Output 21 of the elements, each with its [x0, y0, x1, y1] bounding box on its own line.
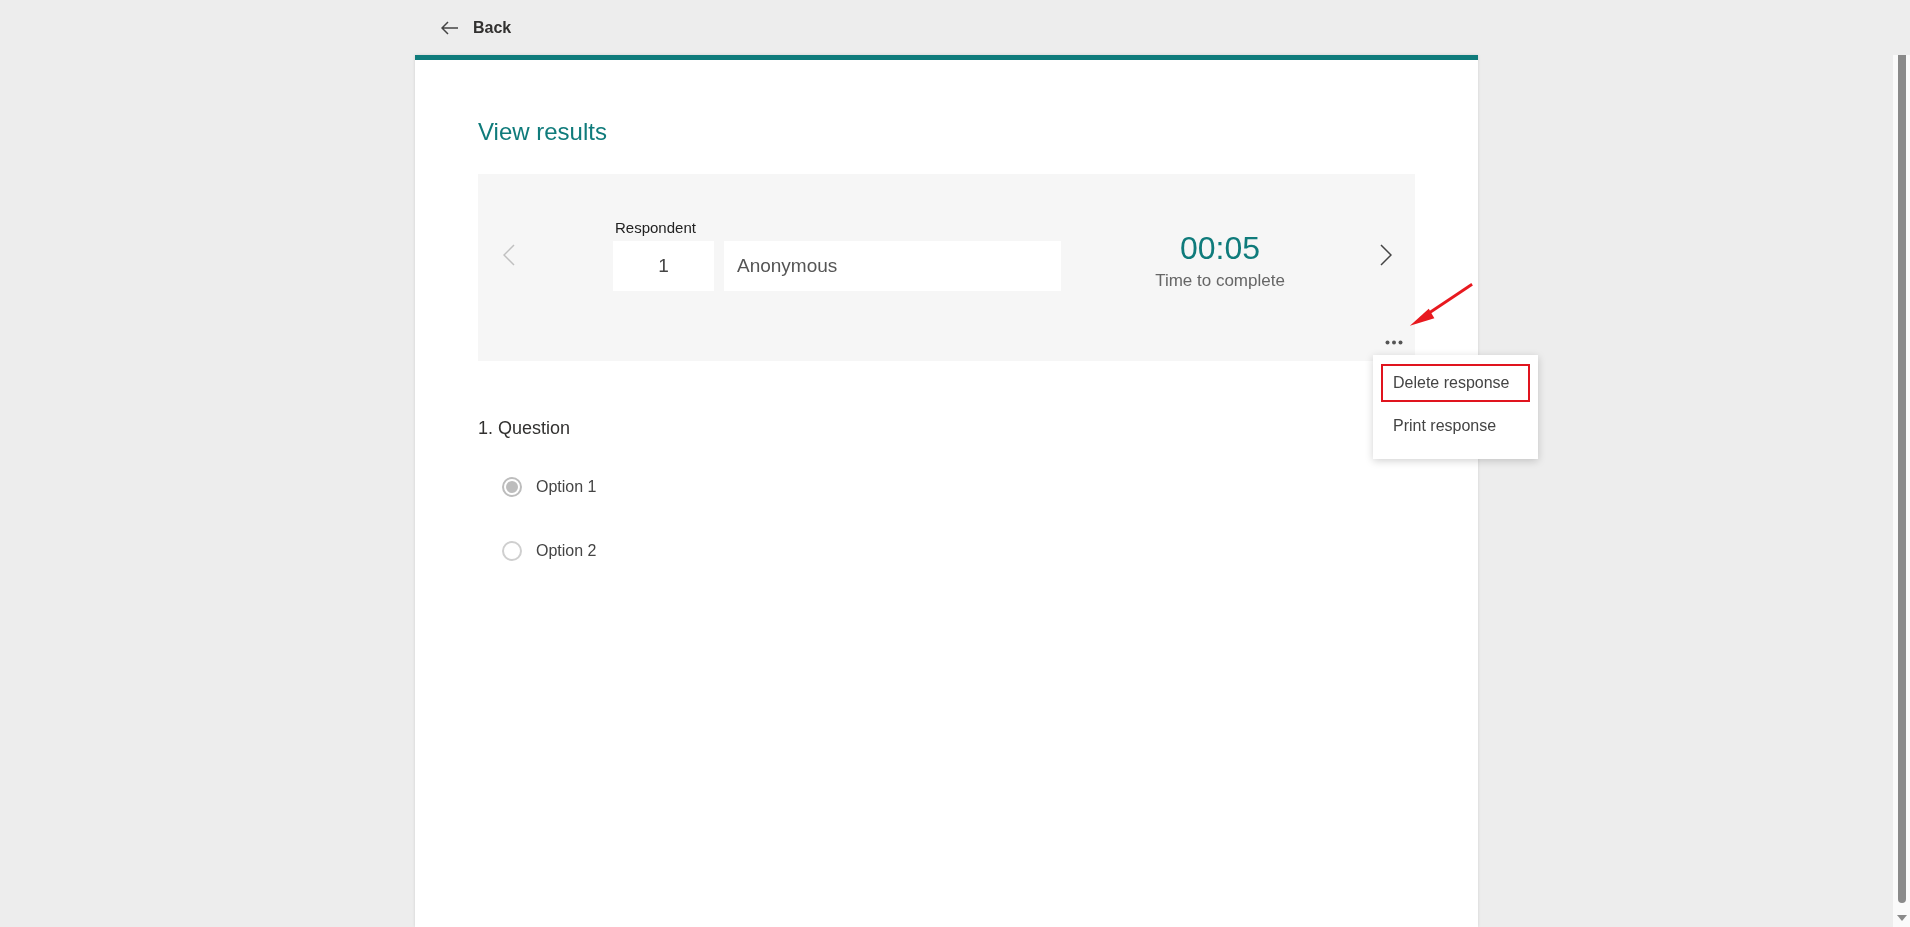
- chevron-left-icon: [503, 244, 515, 266]
- option-label: Option 1: [536, 478, 597, 496]
- radio-button[interactable]: [502, 541, 522, 561]
- completion-time: 00:05: [1179, 229, 1261, 267]
- option-label: Option 2: [536, 542, 597, 560]
- annotation-arrow: [1408, 282, 1474, 328]
- question-title: 1. Question: [478, 418, 571, 439]
- menu-item[interactable]: Print response: [1381, 407, 1530, 445]
- chevron-right-icon: [1380, 244, 1392, 266]
- respondent-number-field[interactable]: 1: [613, 241, 714, 291]
- back-link[interactable]: Back: [441, 18, 512, 37]
- respondent-label: Respondent: [615, 219, 697, 236]
- menu-item[interactable]: Delete response: [1381, 364, 1530, 402]
- radio-button[interactable]: [502, 477, 522, 497]
- page-title: View results: [478, 118, 608, 147]
- completion-time-label: Time to complete: [1155, 270, 1285, 291]
- back-arrow-icon: [441, 20, 459, 35]
- respondent-name-field: Anonymous: [724, 241, 1061, 291]
- scrollbar[interactable]: [1893, 55, 1910, 927]
- scroll-down-icon[interactable]: [1896, 915, 1907, 921]
- more-options-button[interactable]: [1383, 338, 1405, 347]
